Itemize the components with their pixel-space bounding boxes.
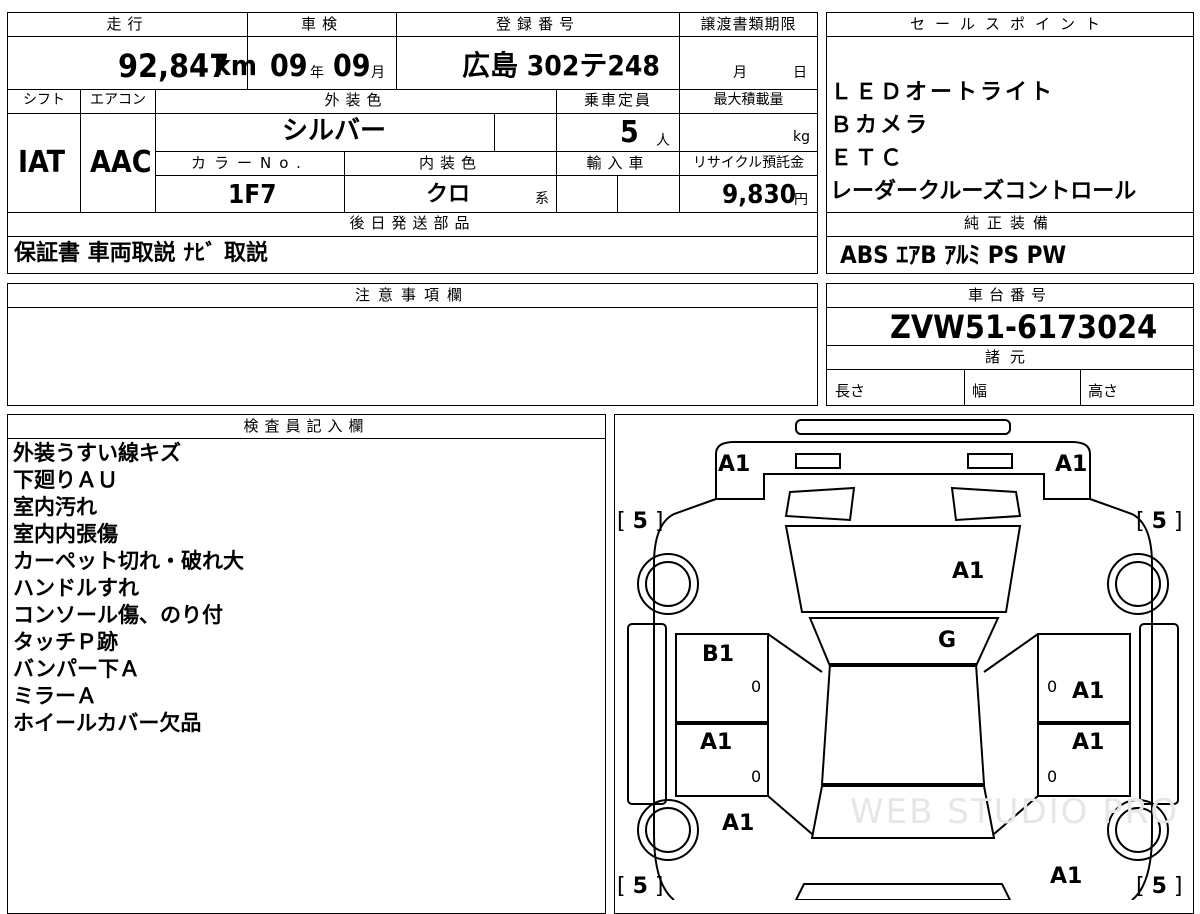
inspector-header: 検査員記入欄 [243,417,370,435]
inspector-note: タッチＰ跡 [13,630,118,654]
grade-rear-door-left: A1 [700,730,733,755]
grade-rear-fender-left: A1 [722,811,755,836]
color-no-header: カラーNo. [191,154,309,172]
length-label: 長さ [835,382,866,400]
recycle-fee-unit: 円 [794,192,808,208]
color-no-value: 1F7 [228,180,277,210]
capacity-value: 5 [620,115,639,150]
ac-header: エアコン [90,92,146,108]
grade-front-left: A1 [718,452,751,477]
inspector-note: ミラーＡ [13,684,97,708]
tire-rear-left: [ 5 ] [617,874,664,899]
door-mark: 0 [751,677,762,696]
tire-front-left: [ 5 ] [617,509,664,534]
transfer-month-unit: 月 [733,65,747,81]
width-label: 幅 [972,382,988,400]
mileage-value: 92,847 [118,47,230,85]
grade-rear-door-right: A1 [1072,730,1105,755]
grade-front-door-right: A1 [1072,679,1105,704]
inspector-note: バンパー下Ａ [13,657,141,681]
interior-color-header: 内装色 [418,154,482,172]
sales-points-list: ＬＥＤオートライト Ｂカメラ ＥＴＣ レーダークルーズコントロール [830,76,1136,208]
specs-header: 諸元 [984,348,1035,366]
grade-windshield: G [938,628,957,653]
inspector-note: 室内汚れ [13,495,97,519]
height-label: 高さ [1088,382,1119,400]
watermark: WEB STUDIO PRO [850,792,1180,832]
sales-point-item: レーダークルーズコントロール [830,179,1137,204]
inspection-year: 09 [270,49,308,84]
max-load-header: 最大積載量 [713,92,784,108]
equipment-value: ABS ｴｱB ｱﾙﾐ PS PW [840,241,1067,269]
inspector-note: カーペット切れ・破れ大 [13,549,244,573]
later-parts-value: 保証書 車両取説 ﾅﾋﾞ 取説 [14,241,268,266]
shift-header: シフト [23,92,65,108]
recycle-fee-value: 9,830 [722,180,796,210]
door-mark: 0 [751,767,762,786]
sales-point-item: ＬＥＤオートライト [830,80,1056,105]
ac-value: AAC [90,145,152,180]
inspector-note: 下廻りＡＵ [13,468,118,492]
inspection-header: 車検 [300,15,343,33]
year-unit: 年 [310,65,324,81]
registration-header: 登録番号 [495,15,580,33]
exterior-color-header: 外装色 [324,91,388,109]
shift-value: IAT [18,145,66,180]
sales-point-item: Ｂカメラ [830,113,931,138]
inspector-note: 室内内張傷 [13,522,118,546]
import-header: 輸入車 [586,154,650,172]
inspector-note: ハンドルすれ [13,576,139,600]
mileage-unit: km [214,49,257,82]
tire-front-right: [ 5 ] [1136,509,1183,534]
chassis-number: ZVW51-6173024 [890,308,1158,346]
tire-rear-right: [ 5 ] [1136,874,1183,899]
exterior-color-value: シルバー [282,116,387,146]
month-unit: 月 [371,65,385,81]
interior-color-suffix: 系 [535,191,549,207]
capacity-header: 乗車定員 [583,91,652,109]
transfer-day-unit: 日 [793,65,807,81]
mileage-header: 走行 [106,15,149,33]
max-load-unit: kg [793,129,810,145]
later-parts-header: 後日発送部品 [349,214,476,232]
capacity-unit: 人 [656,133,670,149]
sales-point-item: ＥＴＣ [830,146,906,171]
recycle-header: リサイクル預託金 [692,155,805,171]
grade-front-right: A1 [1055,452,1088,477]
inspection-month: 09 [333,49,371,84]
inspector-note: ホイールカバー欠品 [13,711,202,735]
grade-hood: A1 [952,559,985,584]
grade-front-door-left: B1 [702,642,735,667]
door-mark: 0 [1047,677,1058,696]
transfer-deadline-header: 譲渡書類期限 [700,15,797,33]
door-mark: 0 [1047,767,1058,786]
inspector-note: 外装うすい線キズ [13,441,181,465]
chassis-header: 車台番号 [967,286,1052,304]
grade-rear-right: A1 [1050,864,1083,889]
equipment-header: 純正装備 [963,214,1056,232]
inspector-note: コンソール傷、のり付 [13,603,223,627]
sales-points-header: セールスポイント [909,15,1110,33]
interior-color-value: クロ [426,182,471,207]
registration-number: 広島 302テ248 [462,49,660,82]
caution-header: 注意事項欄 [354,286,470,304]
inspector-notes: 外装うすい線キズ 下廻りＡＵ 室内汚れ 室内内張傷 カーペット切れ・破れ大 ハン… [13,440,244,737]
